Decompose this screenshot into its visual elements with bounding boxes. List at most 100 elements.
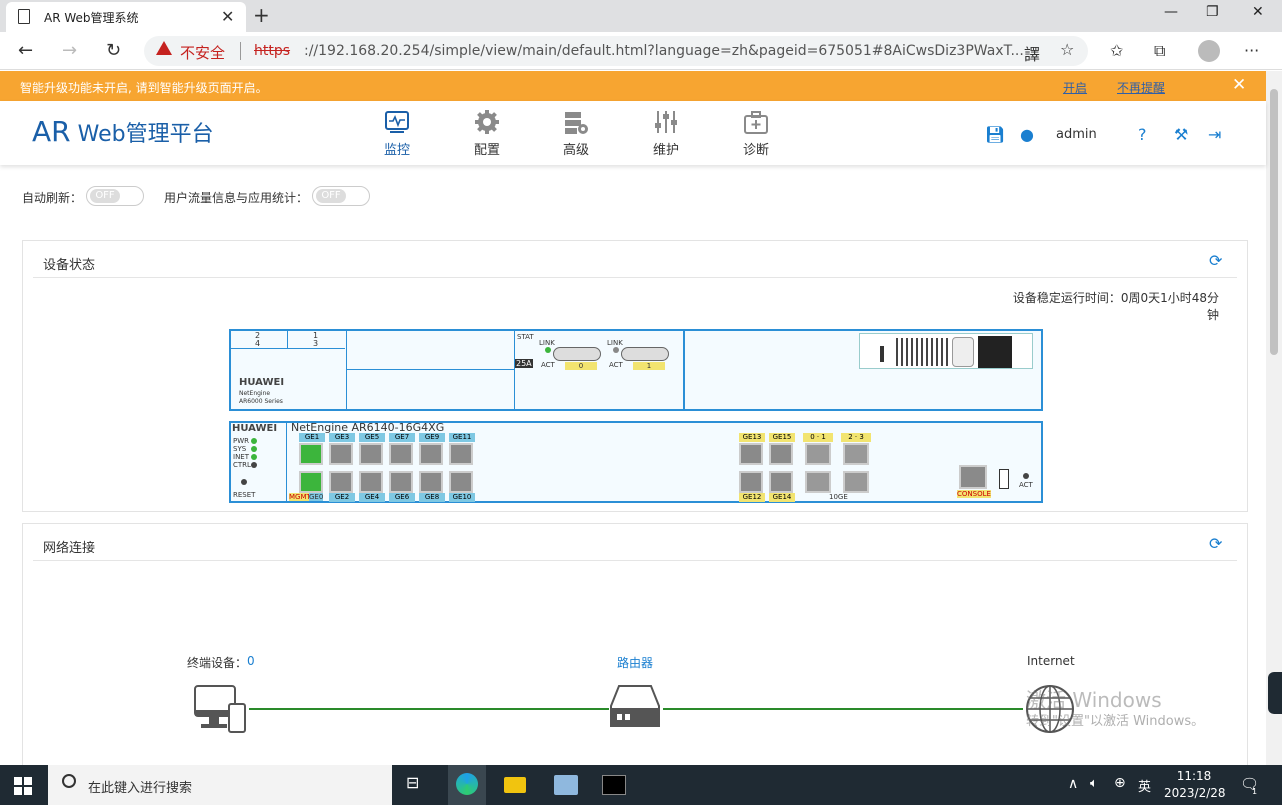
help-icon[interactable]: ? xyxy=(1138,125,1147,144)
sfp-port-1[interactable] xyxy=(805,471,831,493)
nav-config[interactable]: 配置 xyxy=(457,109,517,158)
refresh-icon[interactable]: ⟳ xyxy=(1209,251,1222,270)
chevron-up-icon[interactable]: ∧ xyxy=(1068,776,1078,792)
port-ge8[interactable] xyxy=(419,471,443,493)
more-menu-icon[interactable]: ··· xyxy=(1244,41,1259,60)
url-text: ://192.168.20.254/simple/view/main/defau… xyxy=(304,43,1024,59)
close-window-button[interactable]: ✕ xyxy=(1252,4,1264,20)
traffic-stats-toggle[interactable]: OFF xyxy=(312,186,370,206)
usb-port[interactable] xyxy=(999,469,1009,489)
qsfp-port-1[interactable] xyxy=(621,347,669,361)
side-tab[interactable] xyxy=(1268,672,1282,714)
port-ge12[interactable] xyxy=(739,471,763,493)
taskbar: 在此键入进行搜索 ⊟ ∧ 🔈︎ ⊕ 英 11:18 2023/2/28 🗨︎ 1 xyxy=(0,765,1282,805)
taskbar-search[interactable]: 在此键入进行搜索 xyxy=(48,765,392,805)
card-25a-label: 25A xyxy=(515,359,533,368)
port-ge10[interactable] xyxy=(449,471,473,493)
network-app-icon[interactable] xyxy=(554,775,578,795)
username[interactable]: admin xyxy=(1056,127,1097,142)
sfp-port-0[interactable] xyxy=(805,443,831,465)
clock[interactable]: 11:18 2023/2/28 xyxy=(1164,768,1226,802)
user-icon[interactable]: ● xyxy=(1020,125,1034,144)
file-explorer-icon[interactable] xyxy=(504,777,526,793)
nav-monitor[interactable]: 监控 xyxy=(367,109,427,158)
port-ge7[interactable] xyxy=(389,443,413,465)
edge-taskbar-button[interactable] xyxy=(448,765,486,805)
sfp-port-2[interactable] xyxy=(843,443,869,465)
reset-button[interactable] xyxy=(241,479,247,485)
logout-icon[interactable]: ⇥ xyxy=(1208,125,1221,144)
clock-time: 11:18 xyxy=(1176,769,1212,783)
reload-button[interactable]: ↻ xyxy=(106,40,121,61)
port-ge6[interactable] xyxy=(389,471,413,493)
volume-icon[interactable]: 🔈︎ xyxy=(1090,776,1098,791)
tools-icon[interactable]: ⚒ xyxy=(1174,125,1188,144)
minimize-button[interactable]: — xyxy=(1164,4,1178,20)
security-label[interactable]: 不安全 xyxy=(180,42,225,63)
forward-button[interactable]: → xyxy=(62,40,77,61)
led xyxy=(545,347,551,353)
profile-avatar[interactable] xyxy=(1198,40,1220,62)
led-label: PWR xyxy=(233,437,250,445)
task-view-icon[interactable]: ⊟ xyxy=(406,773,419,792)
favorite-icon[interactable]: ☆ xyxy=(1060,40,1074,59)
tge-label-0: 0 xyxy=(810,433,815,441)
console-port[interactable] xyxy=(959,465,987,489)
port-ge13[interactable] xyxy=(739,443,763,465)
windows-start-icon[interactable] xyxy=(14,777,32,795)
port-label: 0 xyxy=(565,362,597,370)
new-tab-button[interactable]: + xyxy=(253,3,270,27)
terminals-count[interactable]: 0 xyxy=(247,654,255,668)
qsfp-port-0[interactable] xyxy=(553,347,601,361)
back-button[interactable]: ← xyxy=(18,40,33,61)
card-25a[interactable]: STAT LINK LINK ACT ACT 25A 0 1 xyxy=(515,331,685,409)
router-label[interactable]: 路由器 xyxy=(617,654,653,671)
card-slot-2 xyxy=(347,331,515,409)
port-ge0[interactable] xyxy=(299,471,323,493)
scrollbar-thumb[interactable] xyxy=(1270,89,1278,355)
dismiss-link[interactable]: 不再提醒 xyxy=(1117,79,1165,96)
port-ge11[interactable] xyxy=(449,443,473,465)
port-ge1[interactable] xyxy=(299,443,323,465)
translate-icon[interactable]: 譯 xyxy=(1024,41,1040,65)
port-ge14[interactable] xyxy=(769,471,793,493)
collections-icon[interactable]: ⧉ xyxy=(1154,41,1165,61)
refresh-icon[interactable]: ⟳ xyxy=(1209,534,1222,553)
port-label: GE14 xyxy=(769,493,795,502)
port-ge9[interactable] xyxy=(419,443,443,465)
sfp-port-3[interactable] xyxy=(843,471,869,493)
auto-refresh-toggle[interactable]: OFF xyxy=(86,186,144,206)
tab-close-icon[interactable]: ✕ xyxy=(221,7,234,26)
browser-tab[interactable]: AR Web管理系统 ✕ xyxy=(6,2,246,32)
port-ge2[interactable] xyxy=(329,471,353,493)
save-icon[interactable]: 💾︎ xyxy=(985,125,1005,144)
address-bar[interactable]: 不安全 https ://192.168.20.254/simple/view/… xyxy=(144,36,1088,66)
terminal-icon[interactable] xyxy=(602,775,626,795)
maximize-button[interactable]: ❐ xyxy=(1206,4,1219,20)
port-ge15[interactable] xyxy=(769,443,793,465)
console-label: CONSOLE xyxy=(957,490,991,498)
nav-diagnose[interactable]: 诊断 xyxy=(726,109,786,158)
slot-label: 3 xyxy=(313,339,319,348)
enable-link[interactable]: 开启 xyxy=(1063,79,1087,96)
activation-watermark-hint: 转到"设置"以激活 Windows。 xyxy=(1026,714,1205,729)
page-icon xyxy=(18,9,30,24)
led-label: SYS xyxy=(233,445,247,453)
notice-bar: 智能升级功能未开启, 请到智能升级页面开启。 开启 不再提醒 ✕ xyxy=(0,71,1266,101)
favorites-icon[interactable]: ✩ xyxy=(1110,41,1123,60)
nav-maintain[interactable]: 维护 xyxy=(636,109,696,158)
terminal-device-icon[interactable] xyxy=(193,684,249,734)
ime-indicator[interactable]: 英 xyxy=(1138,776,1151,795)
port-ge4[interactable] xyxy=(359,471,383,493)
browser-toolbar: ← → ↻ 不安全 https ://192.168.20.254/simple… xyxy=(0,32,1282,70)
port-ge3[interactable] xyxy=(329,443,353,465)
close-icon[interactable]: ✕ xyxy=(1232,75,1246,95)
activation-watermark: 激活 Windows xyxy=(1026,688,1162,712)
router-icon[interactable] xyxy=(609,684,661,730)
vertical-scrollbar[interactable] xyxy=(1266,71,1282,765)
network-panel: 网络连接 ⟳ 终端设备： 0 路由器 Internet xyxy=(22,523,1248,773)
led xyxy=(251,454,257,460)
nav-advanced[interactable]: 高级 xyxy=(546,109,606,158)
network-icon[interactable]: ⊕ xyxy=(1114,775,1126,791)
port-ge5[interactable] xyxy=(359,443,383,465)
